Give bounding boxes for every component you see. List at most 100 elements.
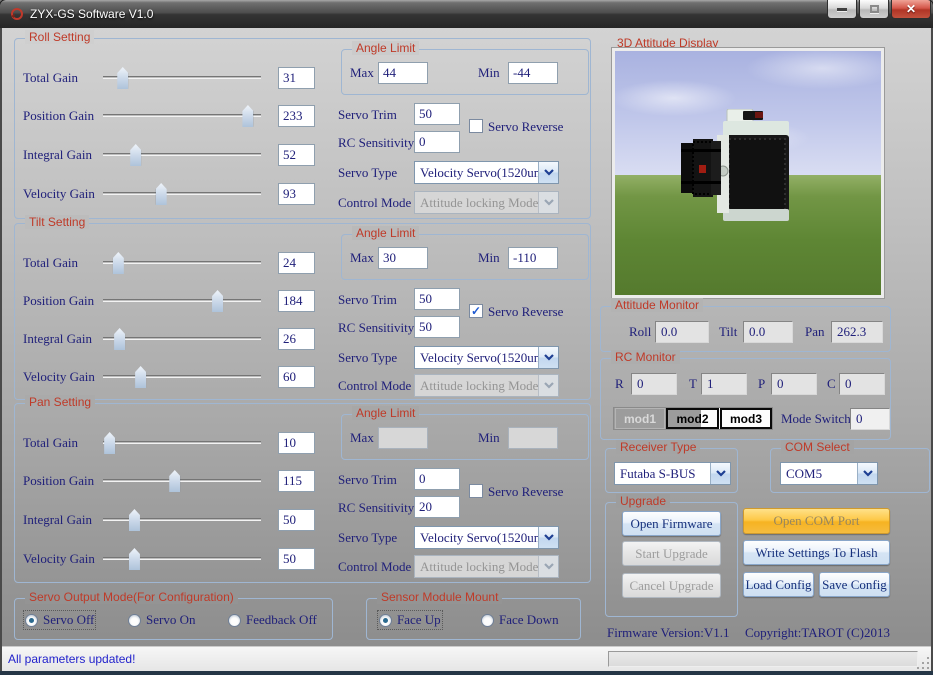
radio-icon[interactable] bbox=[228, 614, 241, 627]
radio-servo-off[interactable]: Servo Off bbox=[25, 612, 94, 628]
slider-track[interactable] bbox=[103, 337, 261, 340]
resize-grip[interactable] bbox=[917, 657, 930, 670]
tilt-integral-gain-value[interactable] bbox=[278, 328, 315, 350]
tilt-servo-reverse-checkbox[interactable] bbox=[469, 304, 483, 318]
radio-icon[interactable] bbox=[128, 614, 141, 627]
tilt-angle-min-input[interactable] bbox=[508, 247, 558, 269]
combo-value: Attitude locking Mode bbox=[415, 192, 538, 213]
roll-servo-trim-input[interactable] bbox=[414, 103, 460, 125]
slider-thumb[interactable] bbox=[130, 144, 141, 166]
tilt-setting-group: Tilt Setting Total Gain Position Gain In… bbox=[14, 223, 591, 400]
pan-rc-sensitivity-input[interactable] bbox=[414, 496, 460, 518]
pan-integral-gain-slider[interactable] bbox=[103, 509, 261, 531]
slider-track[interactable] bbox=[103, 518, 261, 521]
roll-integral-gain-slider[interactable] bbox=[103, 144, 261, 166]
tilt-position-gain-slider[interactable] bbox=[103, 290, 261, 312]
roll-setting-group: Roll Setting Total Gain Position Gain In… bbox=[14, 38, 591, 219]
roll-angle-max-input[interactable] bbox=[378, 62, 428, 84]
slider-thumb[interactable] bbox=[104, 432, 115, 454]
pan-servo-type-select[interactable]: Velocity Servo(1520um) bbox=[414, 526, 559, 549]
window-bottom-edge bbox=[0, 671, 933, 675]
slider-track[interactable] bbox=[103, 153, 261, 156]
control-mode-label: Control Mode bbox=[338, 195, 411, 211]
load-config-button[interactable]: Load Config bbox=[743, 572, 814, 597]
slider-track[interactable] bbox=[103, 114, 261, 117]
slider-thumb[interactable] bbox=[129, 548, 140, 570]
roll-rc-sensitivity-input[interactable] bbox=[414, 131, 460, 153]
receiver-type-select[interactable]: Futaba S-BUS bbox=[614, 462, 731, 485]
roll-total-gain-slider[interactable] bbox=[103, 67, 261, 89]
tilt-velocity-gain-value[interactable] bbox=[278, 366, 315, 388]
save-config-button[interactable]: Save Config bbox=[819, 572, 890, 597]
chevron-down-icon[interactable] bbox=[538, 527, 558, 548]
com-port-select[interactable]: COM5 bbox=[780, 462, 878, 485]
slider-thumb[interactable] bbox=[169, 470, 180, 492]
tilt-integral-gain-slider[interactable] bbox=[103, 328, 261, 350]
max-label: Max bbox=[350, 430, 374, 446]
slider-track[interactable] bbox=[103, 479, 261, 482]
pan-servo-trim-input[interactable] bbox=[414, 468, 460, 490]
chevron-down-icon[interactable] bbox=[710, 463, 730, 484]
roll-total-gain-value[interactable] bbox=[278, 67, 315, 89]
servo-output-mode-group: Servo Output Mode(For Configuration) Ser… bbox=[14, 598, 333, 640]
roll-angle-min-input[interactable] bbox=[508, 62, 558, 84]
radio-label: Feedback Off bbox=[246, 612, 317, 628]
radio-face-down[interactable]: Face Down bbox=[481, 612, 559, 628]
pan-velocity-gain-value[interactable] bbox=[278, 548, 315, 570]
radio-icon[interactable] bbox=[481, 614, 494, 627]
tilt-position-gain-value[interactable] bbox=[278, 290, 315, 312]
slider-thumb[interactable] bbox=[242, 105, 253, 127]
pan-position-gain-slider[interactable] bbox=[103, 470, 261, 492]
radio-face-up[interactable]: Face Up bbox=[379, 612, 441, 628]
pan-total-gain-slider[interactable] bbox=[103, 432, 261, 454]
slider-thumb[interactable] bbox=[113, 252, 124, 274]
radio-feedback-off[interactable]: Feedback Off bbox=[228, 612, 317, 628]
roll-integral-gain-value[interactable] bbox=[278, 144, 315, 166]
chevron-down-icon[interactable] bbox=[857, 463, 877, 484]
slider-thumb[interactable] bbox=[114, 328, 125, 350]
minimize-button[interactable] bbox=[827, 0, 857, 19]
tilt-velocity-gain-slider[interactable] bbox=[103, 366, 261, 388]
slider-track[interactable] bbox=[103, 375, 261, 378]
tilt-servo-trim-input[interactable] bbox=[414, 288, 460, 310]
slider-track[interactable] bbox=[103, 299, 261, 302]
slider-thumb[interactable] bbox=[129, 509, 140, 531]
pan-angle-limit-group: Angle Limit Max Min bbox=[341, 414, 589, 460]
tilt-servo-type-select[interactable]: Velocity Servo(1520um) bbox=[414, 346, 559, 369]
roll-velocity-gain-slider[interactable] bbox=[103, 183, 261, 205]
slider-thumb[interactable] bbox=[135, 366, 146, 388]
slider-track[interactable] bbox=[103, 261, 261, 264]
slider-track[interactable] bbox=[103, 557, 261, 560]
3d-attitude-display bbox=[612, 48, 884, 298]
group-title: Roll Setting bbox=[25, 30, 94, 44]
radio-servo-on[interactable]: Servo On bbox=[128, 612, 195, 628]
radio-icon[interactable] bbox=[25, 614, 38, 627]
pan-total-gain-value[interactable] bbox=[278, 432, 315, 454]
pan-integral-gain-value[interactable] bbox=[278, 509, 315, 531]
radio-icon[interactable] bbox=[379, 614, 392, 627]
pan-position-gain-value[interactable] bbox=[278, 470, 315, 492]
slider-track[interactable] bbox=[103, 441, 261, 444]
maximize-button[interactable] bbox=[859, 0, 889, 19]
tilt-rc-sensitivity-input[interactable] bbox=[414, 316, 460, 338]
tilt-total-gain-value[interactable] bbox=[278, 252, 315, 274]
roll-servo-reverse-checkbox[interactable] bbox=[469, 119, 483, 133]
slider-thumb[interactable] bbox=[156, 183, 167, 205]
write-settings-to-flash-button[interactable]: Write Settings To Flash bbox=[743, 540, 890, 565]
pan-servo-reverse-checkbox[interactable] bbox=[469, 484, 483, 498]
pan-velocity-gain-slider[interactable] bbox=[103, 548, 261, 570]
open-com-port-button[interactable]: Open COM Port bbox=[743, 508, 890, 534]
roll-position-gain-value[interactable] bbox=[278, 105, 315, 127]
chevron-down-icon[interactable] bbox=[538, 347, 558, 368]
tilt-angle-max-input[interactable] bbox=[378, 247, 428, 269]
roll-servo-type-select[interactable]: Velocity Servo(1520um) bbox=[414, 161, 559, 184]
roll-position-gain-slider[interactable] bbox=[103, 105, 261, 127]
open-firmware-button[interactable]: Open Firmware bbox=[622, 511, 721, 536]
slider-track[interactable] bbox=[103, 192, 261, 195]
roll-velocity-gain-value[interactable] bbox=[278, 183, 315, 205]
chevron-down-icon[interactable] bbox=[538, 162, 558, 183]
slider-thumb[interactable] bbox=[212, 290, 223, 312]
slider-thumb[interactable] bbox=[117, 67, 128, 89]
tilt-total-gain-slider[interactable] bbox=[103, 252, 261, 274]
close-button[interactable]: ✕ bbox=[891, 0, 931, 19]
